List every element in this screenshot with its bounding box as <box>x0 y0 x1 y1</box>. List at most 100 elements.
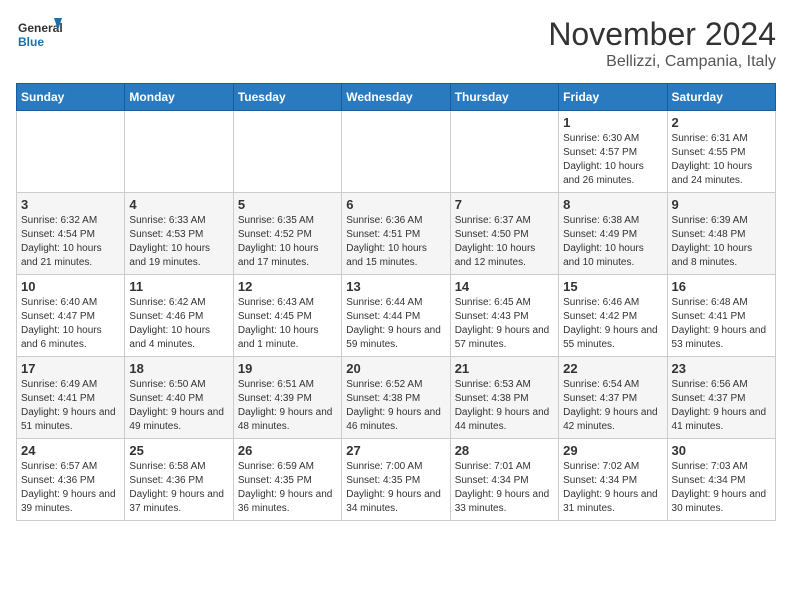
day-info: Sunrise: 7:02 AM Sunset: 4:34 PM Dayligh… <box>563 460 662 516</box>
page-header: General Blue November 2024 Bellizzi, Cam… <box>16 16 776 71</box>
day-number: 15 <box>563 279 662 294</box>
calendar-cell-week4-day4: 21 Sunrise: 6:53 AM Sunset: 4:38 PM Dayli… <box>450 357 558 439</box>
day-info: Sunrise: 6:33 AM Sunset: 4:53 PM Dayligh… <box>129 214 228 270</box>
day-info: Sunrise: 6:30 AM Sunset: 4:57 PM Dayligh… <box>563 132 662 188</box>
location-title: Bellizzi, Campania, Italy <box>548 53 776 71</box>
week-row-5: 24 Sunrise: 6:57 AM Sunset: 4:36 PM Dayli… <box>17 439 776 521</box>
week-row-4: 17Sunrise: 6:49 AM Sunset: 4:41 PM Dayli… <box>17 357 776 439</box>
week-row-2: 3 Sunrise: 6:32 AM Sunset: 4:54 PM Daylig… <box>17 193 776 275</box>
day-info: Sunrise: 6:37 AM Sunset: 4:50 PM Dayligh… <box>455 214 554 270</box>
calendar-cell-week3-day0: 10 Sunrise: 6:40 AM Sunset: 4:47 PM Dayli… <box>17 275 125 357</box>
day-info: Sunrise: 6:39 AM Sunset: 4:48 PM Dayligh… <box>672 214 771 270</box>
day-info: Sunrise: 6:58 AM Sunset: 4:36 PM Dayligh… <box>129 460 228 516</box>
day-info: Sunrise: 6:35 AM Sunset: 4:52 PM Dayligh… <box>238 214 337 270</box>
day-info: Sunrise: 6:51 AM Sunset: 4:39 PM Dayligh… <box>238 378 337 434</box>
weekday-header-saturday: Saturday <box>667 84 775 111</box>
day-info: Sunrise: 7:00 AM Sunset: 4:35 PM Dayligh… <box>346 460 445 516</box>
logo: General Blue <box>16 16 66 56</box>
weekday-header-row: SundayMondayTuesdayWednesdayThursdayFrid… <box>17 84 776 111</box>
day-number: 6 <box>346 197 445 212</box>
day-number: 22 <box>563 361 662 376</box>
day-number: 1 <box>563 115 662 130</box>
day-info: Sunrise: 6:56 AM Sunset: 4:37 PM Dayligh… <box>672 378 771 434</box>
calendar-cell-week5-day2: 26Sunrise: 6:59 AM Sunset: 4:35 PM Dayli… <box>233 439 341 521</box>
day-info: Sunrise: 7:01 AM Sunset: 4:34 PM Dayligh… <box>455 460 554 516</box>
calendar-cell-week4-day0: 17Sunrise: 6:49 AM Sunset: 4:41 PM Dayli… <box>17 357 125 439</box>
calendar-cell-week1-day0 <box>17 111 125 193</box>
calendar-cell-week4-day2: 19 Sunrise: 6:51 AM Sunset: 4:39 PM Dayli… <box>233 357 341 439</box>
day-number: 8 <box>563 197 662 212</box>
day-info: Sunrise: 6:53 AM Sunset: 4:38 PM Dayligh… <box>455 378 554 434</box>
calendar-cell-week3-day2: 12 Sunrise: 6:43 AM Sunset: 4:45 PM Dayli… <box>233 275 341 357</box>
calendar-cell-week2-day0: 3 Sunrise: 6:32 AM Sunset: 4:54 PM Daylig… <box>17 193 125 275</box>
calendar-cell-week1-day5: 1 Sunrise: 6:30 AM Sunset: 4:57 PM Daylig… <box>559 111 667 193</box>
day-info: Sunrise: 7:03 AM Sunset: 4:34 PM Dayligh… <box>672 460 771 516</box>
day-number: 13 <box>346 279 445 294</box>
calendar-cell-week4-day3: 20 Sunrise: 6:52 AM Sunset: 4:38 PM Dayli… <box>342 357 450 439</box>
day-number: 5 <box>238 197 337 212</box>
day-info: Sunrise: 6:59 AM Sunset: 4:35 PM Dayligh… <box>238 460 337 516</box>
calendar-cell-week5-day4: 28 Sunrise: 7:01 AM Sunset: 4:34 PM Dayli… <box>450 439 558 521</box>
day-info: Sunrise: 6:32 AM Sunset: 4:54 PM Dayligh… <box>21 214 120 270</box>
calendar-cell-week1-day2 <box>233 111 341 193</box>
calendar-cell-week5-day0: 24 Sunrise: 6:57 AM Sunset: 4:36 PM Dayli… <box>17 439 125 521</box>
calendar-cell-week3-day4: 14Sunrise: 6:45 AM Sunset: 4:43 PM Dayli… <box>450 275 558 357</box>
calendar-cell-week5-day6: 30 Sunrise: 7:03 AM Sunset: 4:34 PM Dayli… <box>667 439 775 521</box>
week-row-3: 10 Sunrise: 6:40 AM Sunset: 4:47 PM Dayli… <box>17 275 776 357</box>
day-info: Sunrise: 6:36 AM Sunset: 4:51 PM Dayligh… <box>346 214 445 270</box>
day-number: 30 <box>672 443 771 458</box>
calendar-cell-week3-day6: 16Sunrise: 6:48 AM Sunset: 4:41 PM Dayli… <box>667 275 775 357</box>
calendar-cell-week1-day4 <box>450 111 558 193</box>
title-block: November 2024 Bellizzi, Campania, Italy <box>548 16 776 71</box>
calendar-cell-week4-day5: 22 Sunrise: 6:54 AM Sunset: 4:37 PM Dayli… <box>559 357 667 439</box>
calendar-cell-week4-day6: 23 Sunrise: 6:56 AM Sunset: 4:37 PM Dayli… <box>667 357 775 439</box>
logo-svg: General Blue <box>16 16 66 56</box>
day-number: 14 <box>455 279 554 294</box>
calendar-cell-week5-day5: 29Sunrise: 7:02 AM Sunset: 4:34 PM Dayli… <box>559 439 667 521</box>
day-number: 24 <box>21 443 120 458</box>
day-info: Sunrise: 6:48 AM Sunset: 4:41 PM Dayligh… <box>672 296 771 352</box>
day-info: Sunrise: 6:46 AM Sunset: 4:42 PM Dayligh… <box>563 296 662 352</box>
day-info: Sunrise: 6:54 AM Sunset: 4:37 PM Dayligh… <box>563 378 662 434</box>
day-info: Sunrise: 6:44 AM Sunset: 4:44 PM Dayligh… <box>346 296 445 352</box>
day-number: 4 <box>129 197 228 212</box>
day-info: Sunrise: 6:52 AM Sunset: 4:38 PM Dayligh… <box>346 378 445 434</box>
day-info: Sunrise: 6:40 AM Sunset: 4:47 PM Dayligh… <box>21 296 120 352</box>
day-info: Sunrise: 6:31 AM Sunset: 4:55 PM Dayligh… <box>672 132 771 188</box>
day-number: 10 <box>21 279 120 294</box>
calendar-cell-week2-day6: 9 Sunrise: 6:39 AM Sunset: 4:48 PM Daylig… <box>667 193 775 275</box>
day-info: Sunrise: 6:50 AM Sunset: 4:40 PM Dayligh… <box>129 378 228 434</box>
calendar-cell-week5-day1: 25Sunrise: 6:58 AM Sunset: 4:36 PM Dayli… <box>125 439 233 521</box>
day-number: 2 <box>672 115 771 130</box>
day-number: 7 <box>455 197 554 212</box>
day-number: 3 <box>21 197 120 212</box>
day-info: Sunrise: 6:43 AM Sunset: 4:45 PM Dayligh… <box>238 296 337 352</box>
calendar-cell-week4-day1: 18Sunrise: 6:50 AM Sunset: 4:40 PM Dayli… <box>125 357 233 439</box>
day-number: 19 <box>238 361 337 376</box>
calendar-cell-week1-day6: 2 Sunrise: 6:31 AM Sunset: 4:55 PM Daylig… <box>667 111 775 193</box>
calendar-cell-week1-day1 <box>125 111 233 193</box>
calendar-cell-week2-day5: 8Sunrise: 6:38 AM Sunset: 4:49 PM Daylig… <box>559 193 667 275</box>
calendar-cell-week2-day2: 5 Sunrise: 6:35 AM Sunset: 4:52 PM Daylig… <box>233 193 341 275</box>
day-number: 12 <box>238 279 337 294</box>
day-number: 23 <box>672 361 771 376</box>
day-number: 21 <box>455 361 554 376</box>
calendar-cell-week2-day1: 4 Sunrise: 6:33 AM Sunset: 4:53 PM Daylig… <box>125 193 233 275</box>
weekday-header-friday: Friday <box>559 84 667 111</box>
month-title: November 2024 <box>548 16 776 53</box>
calendar-cell-week2-day4: 7 Sunrise: 6:37 AM Sunset: 4:50 PM Daylig… <box>450 193 558 275</box>
day-info: Sunrise: 6:49 AM Sunset: 4:41 PM Dayligh… <box>21 378 120 434</box>
day-info: Sunrise: 6:42 AM Sunset: 4:46 PM Dayligh… <box>129 296 228 352</box>
svg-text:Blue: Blue <box>18 35 44 49</box>
calendar-cell-week1-day3 <box>342 111 450 193</box>
day-number: 27 <box>346 443 445 458</box>
day-number: 11 <box>129 279 228 294</box>
day-number: 28 <box>455 443 554 458</box>
weekday-header-tuesday: Tuesday <box>233 84 341 111</box>
weekday-header-thursday: Thursday <box>450 84 558 111</box>
day-number: 9 <box>672 197 771 212</box>
day-info: Sunrise: 6:57 AM Sunset: 4:36 PM Dayligh… <box>21 460 120 516</box>
day-number: 20 <box>346 361 445 376</box>
weekday-header-monday: Monday <box>125 84 233 111</box>
week-row-1: 1 Sunrise: 6:30 AM Sunset: 4:57 PM Daylig… <box>17 111 776 193</box>
